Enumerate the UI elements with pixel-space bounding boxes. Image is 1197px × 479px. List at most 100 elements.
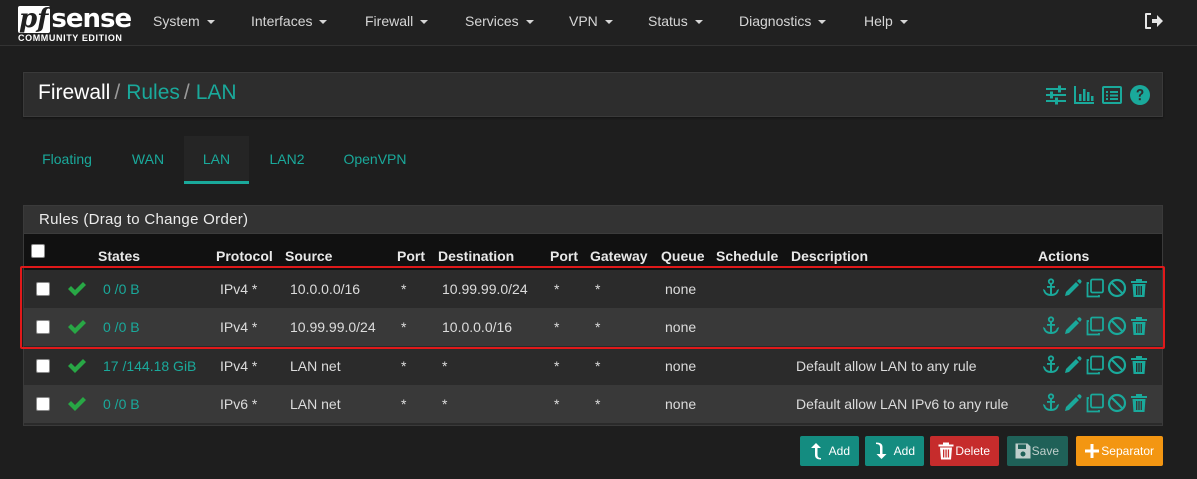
save-label: Save [1031, 444, 1059, 458]
plus-icon [1085, 444, 1099, 458]
tab-wan[interactable]: WAN [118, 136, 178, 184]
trash-icon[interactable] [1129, 355, 1149, 375]
add-bottom-label: Add [893, 444, 915, 458]
ban-icon[interactable] [1107, 278, 1127, 298]
top-navbar: pf sense COMMUNITY EDITION System Interfa… [0, 0, 1197, 46]
nav-system[interactable]: System [153, 0, 215, 44]
tab-openvpn[interactable]: OpenVPN [331, 136, 419, 184]
cell-protocol: IPv4 * [220, 319, 258, 335]
nav-status-label: Status [648, 13, 688, 29]
breadcrumb-separator: / [114, 81, 121, 104]
pencil-icon[interactable] [1063, 316, 1083, 336]
row-actions [1041, 316, 1147, 338]
trash-icon[interactable] [1129, 278, 1149, 298]
nav-status[interactable]: Status [648, 0, 703, 44]
copy-icon[interactable] [1085, 278, 1105, 298]
nav-vpn-label: VPN [569, 13, 598, 29]
tab-lan[interactable]: LAN [184, 136, 249, 184]
cell-queue: none [665, 358, 697, 374]
separator-button[interactable]: Separator [1076, 436, 1163, 466]
col-source: Source [285, 248, 333, 264]
nav-help[interactable]: Help [864, 0, 908, 44]
ban-icon[interactable] [1107, 316, 1127, 336]
rules-panel: Rules (Drag to Change Order) States Prot… [23, 205, 1163, 426]
cell-states[interactable]: 0 /0 B [103, 396, 140, 412]
col-port: Port [397, 248, 425, 264]
copy-icon[interactable] [1085, 393, 1105, 413]
breadcrumb-separator: / [183, 81, 190, 104]
caret-down-icon [694, 20, 703, 24]
caret-down-icon [818, 20, 827, 24]
table-row[interactable]: 0 /0 B IPv6 * LAN net * * * * none Defau… [24, 385, 1162, 423]
row-checkbox[interactable] [36, 359, 50, 373]
caret-down-icon [420, 20, 429, 24]
pencil-icon[interactable] [1063, 393, 1083, 413]
list-icon[interactable] [1101, 84, 1123, 106]
col-destination: Destination [438, 248, 515, 264]
nav-interfaces-label: Interfaces [251, 13, 313, 29]
nav-help-label: Help [864, 13, 893, 29]
add-top-button[interactable]: Add [800, 436, 859, 466]
save-button[interactable]: Save [1007, 436, 1068, 466]
anchor-icon[interactable] [1041, 316, 1061, 336]
arrow-up-icon [811, 443, 821, 460]
nav-services[interactable]: Services [465, 0, 534, 44]
cell-source: 10.99.99.0/24 [290, 319, 376, 335]
cell-gateway: * [595, 358, 601, 374]
breadcrumb-rules[interactable]: Rules [126, 81, 180, 104]
help-icon[interactable] [1129, 84, 1151, 106]
cell-states[interactable]: 17 /144.18 GiB [103, 358, 196, 374]
row-checkbox[interactable] [36, 320, 50, 334]
col-actions: Actions [1038, 248, 1090, 264]
nav-interfaces[interactable]: Interfaces [251, 0, 328, 44]
bar-chart-icon[interactable] [1073, 84, 1095, 106]
row-checkbox[interactable] [36, 282, 50, 296]
tab-floating[interactable]: Floating [28, 136, 106, 184]
add-bottom-button[interactable]: Add [865, 436, 924, 466]
table-row[interactable]: 0 /0 B IPv4 * 10.0.0.0/16 * 10.99.99.0/2… [24, 270, 1162, 308]
delete-label: Delete [955, 444, 990, 458]
tab-openvpn-label: OpenVPN [343, 151, 407, 167]
sign-out-icon[interactable] [1144, 12, 1164, 30]
trash-icon[interactable] [1129, 393, 1149, 413]
pfsense-logo[interactable]: pf sense COMMUNITY EDITION [18, 3, 132, 43]
anchor-icon[interactable] [1041, 278, 1061, 298]
select-all-checkbox[interactable] [31, 244, 45, 258]
logo-wordmark: pf sense [18, 3, 132, 34]
nav-firewall[interactable]: Firewall [365, 0, 429, 44]
trash-icon [938, 442, 954, 460]
pencil-icon[interactable] [1063, 355, 1083, 375]
row-actions [1041, 355, 1147, 377]
nav-diagnostics[interactable]: Diagnostics [739, 0, 827, 44]
table-row[interactable]: 17 /144.18 GiB IPv4 * LAN net * * * * no… [24, 347, 1162, 385]
anchor-icon[interactable] [1041, 393, 1061, 413]
table-row[interactable]: 0 /0 B IPv4 * 10.99.99.0/24 * 10.0.0.0/1… [24, 308, 1162, 346]
cell-gateway: * [595, 319, 601, 335]
trash-icon[interactable] [1129, 316, 1149, 336]
cell-queue: none [665, 396, 697, 412]
copy-icon[interactable] [1085, 316, 1105, 336]
logo-pf: pf [18, 4, 51, 34]
tab-lan2[interactable]: LAN2 [258, 136, 316, 184]
add-top-label: Add [828, 444, 850, 458]
cell-states[interactable]: 0 /0 B [103, 281, 140, 297]
row-checkbox[interactable] [36, 397, 50, 411]
anchor-icon[interactable] [1041, 355, 1061, 375]
caret-down-icon [525, 20, 534, 24]
cell-states[interactable]: 0 /0 B [103, 319, 140, 335]
breadcrumb-lan[interactable]: LAN [196, 81, 237, 104]
nav-vpn[interactable]: VPN [569, 0, 613, 44]
delete-button[interactable]: Delete [930, 436, 999, 466]
cell-destination: * [442, 358, 448, 374]
col-description: Description [791, 248, 869, 264]
caret-down-icon [319, 20, 328, 24]
arrow-down-icon [876, 442, 887, 459]
cell-description: Default allow LAN IPv6 to any rule [796, 396, 1009, 412]
cell-protocol: IPv4 * [220, 358, 258, 374]
copy-icon[interactable] [1085, 355, 1105, 375]
ban-icon[interactable] [1107, 355, 1127, 375]
row-actions [1041, 393, 1147, 415]
ban-icon[interactable] [1107, 393, 1127, 413]
sliders-icon[interactable] [1045, 84, 1067, 106]
pencil-icon[interactable] [1063, 278, 1083, 298]
